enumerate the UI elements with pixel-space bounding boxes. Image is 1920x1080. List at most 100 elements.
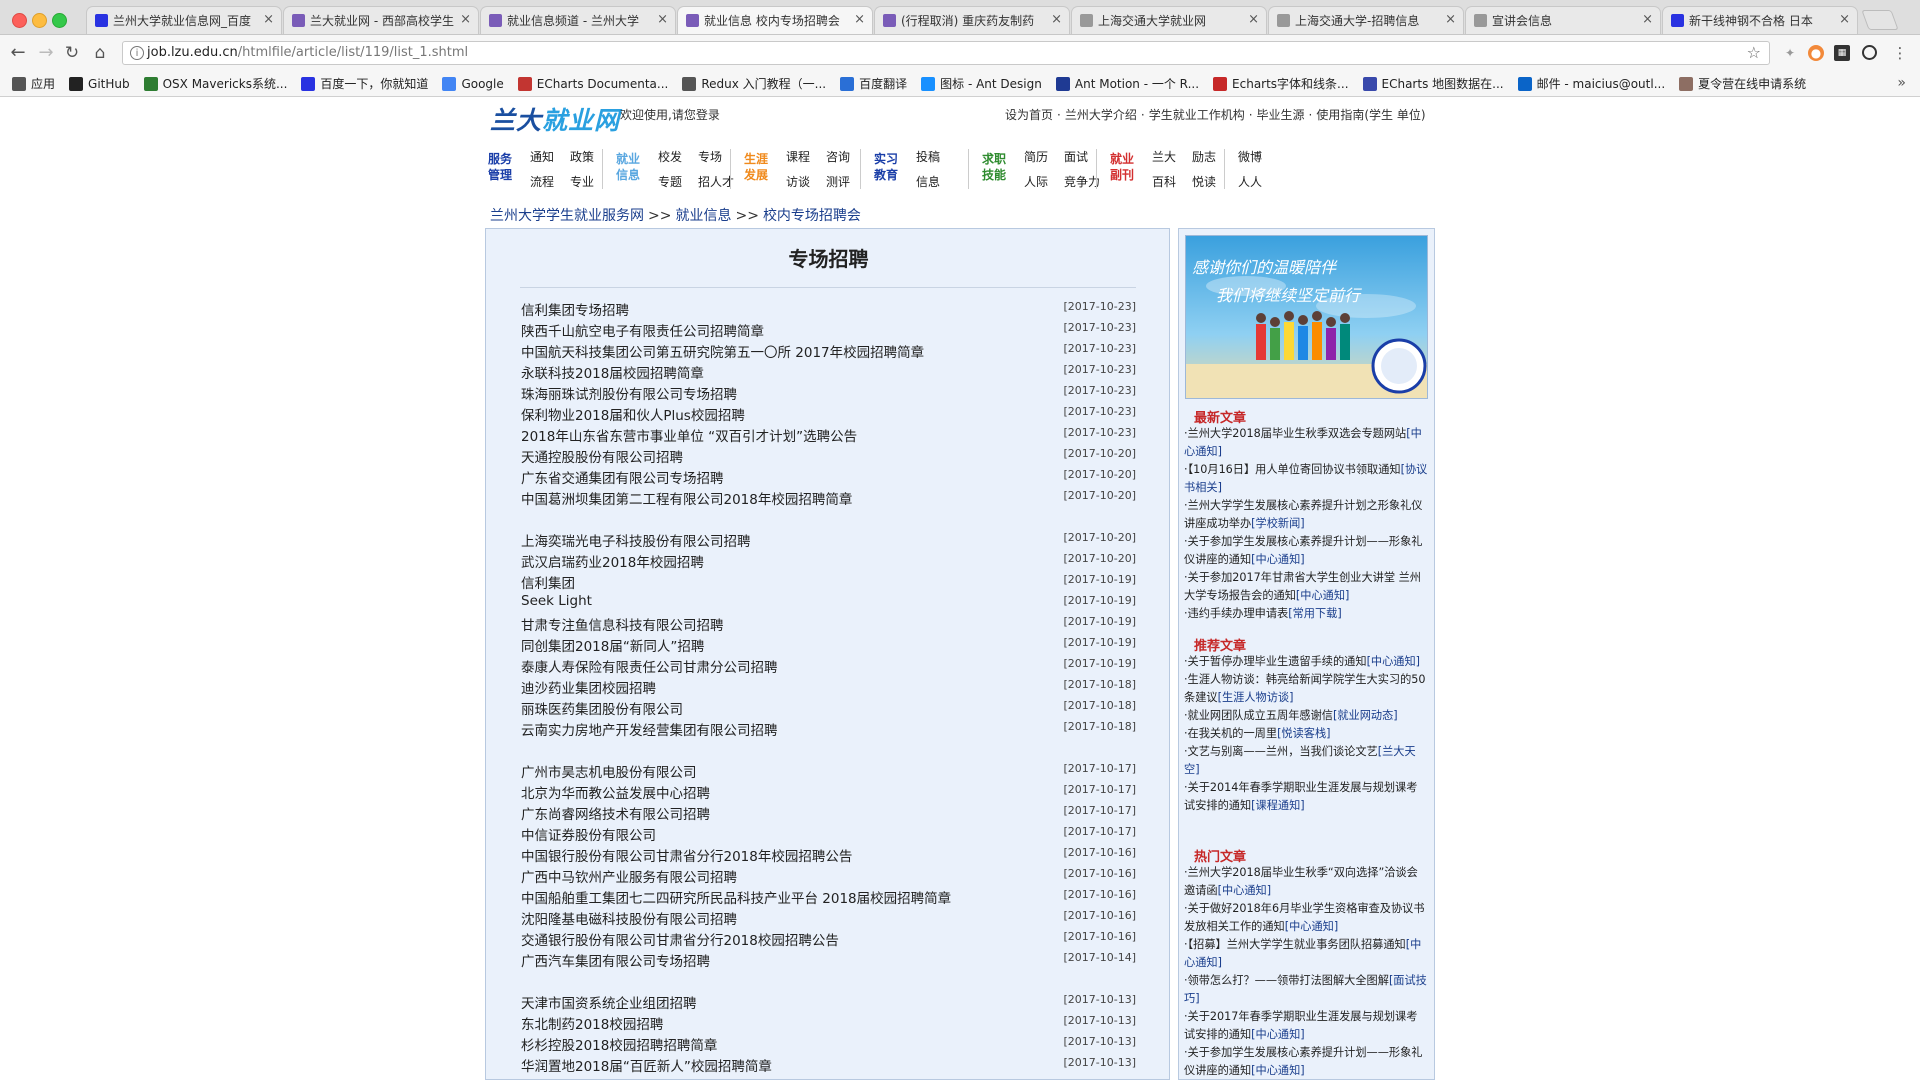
article-title-link[interactable]: 广州市昊志机电股份有限公司 [521, 761, 697, 781]
article-title-link[interactable]: 沈阳隆基电磁科技股份有限公司招聘 [521, 908, 737, 928]
browser-tab[interactable]: 兰大就业网 - 西部高校学生 × [283, 6, 479, 34]
sidebar-article[interactable]: ·【招募】兰州大学学生就业事务团队招募通知[中心通知] [1184, 936, 1428, 972]
extension-orange-icon[interactable]: ● [1808, 45, 1824, 61]
article-title-link[interactable]: 广西汽车集团有限公司专场招聘 [521, 950, 710, 970]
article-title-link[interactable]: 云南实力房地产开发经营集团有限公司招聘 [521, 719, 778, 739]
sidebar-article-category[interactable]: [中心通知] [1251, 1064, 1304, 1077]
article-title-link[interactable]: 丽珠医药集团股份有限公司 [521, 698, 683, 718]
bookmark-item[interactable]: OSX Mavericks系统... [143, 75, 287, 92]
maximize-window-button[interactable] [52, 13, 67, 28]
sidebar-article[interactable]: ·违约手续办理申请表[常用下载] [1184, 605, 1428, 623]
sidebar-article[interactable]: ·关于2014年春季学期职业生涯发展与规划课考试安排的通知[课程通知] [1184, 779, 1428, 815]
bookmark-item[interactable]: 百度翻译 [840, 75, 907, 92]
top-link[interactable]: 学生就业工作机构 [1149, 108, 1245, 122]
sidebar-article[interactable]: ·【10月16日】用人单位寄回协议书领取通知[协议书相关] [1184, 461, 1428, 497]
nav-link[interactable]: 竞争力 [1064, 173, 1100, 190]
nav-link[interactable]: 政策 [570, 148, 594, 165]
sidebar-article[interactable]: ·文艺与别离——兰州，当我们谈论文艺[兰大天空] [1184, 743, 1428, 779]
browser-tab[interactable]: 就业信息频道 - 兰州大学 × [480, 6, 676, 34]
nav-link[interactable]: 招人才 [698, 173, 734, 190]
nav-group-title[interactable]: 生涯发展 [744, 151, 772, 183]
top-link[interactable]: 毕业生源 [1257, 108, 1305, 122]
top-link[interactable]: 设为首页 [1005, 108, 1053, 122]
browser-tab[interactable]: 宣讲会信息 × [1465, 6, 1661, 34]
url-text[interactable]: job.lzu.edu.cn/htmlfile/article/list/119… [147, 45, 468, 60]
article-title-link[interactable]: 信利集团 [521, 572, 575, 592]
bookmark-item[interactable]: Ant Motion - 一个 R... [1055, 75, 1199, 92]
promo-banner-image[interactable]: 感谢你们的温暖陪伴 我们将继续坚定前行 [1185, 235, 1428, 399]
browser-tab[interactable]: 上海交通大学-招聘信息 × [1268, 6, 1464, 34]
tab-close-icon[interactable]: × [460, 12, 471, 27]
breadcrumb-link[interactable]: 就业信息 [675, 208, 731, 224]
bookmark-item[interactable]: ECharts 地图数据在... [1362, 75, 1504, 92]
back-arrow-icon[interactable]: ← [8, 43, 28, 63]
browser-tab[interactable]: 就业信息 校内专场招聘会 × [677, 6, 873, 34]
extension-book-icon[interactable]: ▦ [1834, 45, 1850, 61]
extension-feather-icon[interactable]: ✦ [1782, 45, 1798, 61]
article-title-link[interactable]: Seek Light [521, 593, 592, 609]
sidebar-article[interactable]: ·兰州大学2018届毕业生秋季“双向选择”洽谈会邀请函[中心通知] [1184, 864, 1428, 900]
nav-link[interactable]: 微博 [1238, 148, 1262, 165]
article-title-link[interactable]: 信利集团专场招聘 [521, 299, 629, 319]
bookmark-item[interactable]: GitHub [69, 76, 130, 91]
nav-link[interactable]: 人人 [1238, 173, 1262, 190]
sidebar-article[interactable]: ·就业网团队成立五周年感谢信[就业网动态] [1184, 707, 1428, 725]
login-welcome-link[interactable]: 欢迎使用,请您登录 [620, 106, 720, 123]
tab-close-icon[interactable]: × [1248, 12, 1259, 27]
article-title-link[interactable]: 中国航天科技集团公司第五研究院第五一〇所 2017年校园招聘简章 [521, 341, 924, 361]
tab-close-icon[interactable]: × [1445, 12, 1456, 27]
browser-tab[interactable]: (行程取消) 重庆药友制药 × [874, 6, 1070, 34]
sidebar-article[interactable]: ·关于参加2017年甘肃省大学生创业大讲堂 兰州大学专场报告会的通知[中心通知] [1184, 569, 1428, 605]
breadcrumb-link[interactable]: 兰州大学学生就业服务网 [490, 208, 644, 224]
tab-close-icon[interactable]: × [1642, 12, 1653, 27]
bookmark-item[interactable]: 夏令营在线申请系统 [1679, 75, 1806, 92]
bookmark-star-icon[interactable]: ☆ [1747, 43, 1761, 62]
article-title-link[interactable]: 永联科技2018届校园招聘简章 [521, 362, 704, 382]
bookmark-item[interactable]: ECharts Documenta... [517, 76, 668, 91]
sidebar-article-category[interactable]: [中心通知] [1367, 655, 1420, 668]
bookmark-item[interactable]: 百度一下，你就知道 [301, 75, 428, 92]
tab-close-icon[interactable]: × [1839, 12, 1850, 27]
sidebar-article[interactable]: ·在我关机的一周里[悦读客栈] [1184, 725, 1428, 743]
home-icon[interactable]: ⌂ [90, 43, 110, 63]
sidebar-article-category[interactable]: [课程通知] [1251, 799, 1304, 812]
article-title-link[interactable]: 武汉启瑞药业2018年校园招聘 [521, 551, 704, 571]
article-title-link[interactable]: 东北制药2018校园招聘 [521, 1013, 663, 1033]
sidebar-article-category[interactable]: [中心通知] [1218, 884, 1271, 897]
sidebar-article[interactable]: ·关于参加学生发展核心素养提升计划——形象礼仪讲座的通知[中心通知] [1184, 1044, 1428, 1080]
article-title-link[interactable]: 陕西千山航空电子有限责任公司招聘简章 [521, 320, 764, 340]
nav-link[interactable]: 咨询 [826, 148, 850, 165]
nav-link[interactable]: 访谈 [786, 173, 810, 190]
article-title-link[interactable]: 中国葛洲坝集团第二工程有限公司2018年校园招聘简章 [521, 488, 852, 508]
sidebar-article-category[interactable]: [学校新闻] [1251, 517, 1304, 530]
sidebar-article[interactable]: ·兰州大学2018届毕业生秋季双选会专题网站[中心通知] [1184, 425, 1428, 461]
forward-arrow-icon[interactable]: → [36, 43, 56, 63]
minimize-window-button[interactable] [32, 13, 47, 28]
article-title-link[interactable]: 同创集团2018届“新同人”招聘 [521, 635, 704, 655]
article-title-link[interactable]: 上海奕瑞光电子科技股份有限公司招聘 [521, 530, 751, 550]
article-title-link[interactable]: 北京为华而教公益发展中心招聘 [521, 782, 710, 802]
bookmark-item[interactable]: 图标 - Ant Design [921, 75, 1042, 92]
bookmark-item[interactable]: 邮件 - maicius@outl... [1517, 75, 1665, 92]
tab-close-icon[interactable]: × [657, 12, 668, 27]
article-title-link[interactable]: 甘肃专注鱼信息科技有限公司招聘 [521, 614, 724, 634]
article-title-link[interactable]: 保利物业2018届和伙人Plus校园招聘 [521, 404, 745, 424]
sidebar-article-category[interactable]: [中心通知] [1285, 920, 1338, 933]
bookmark-item[interactable]: Echarts字体和线条... [1213, 75, 1349, 92]
nav-link[interactable]: 信息 [916, 173, 940, 190]
breadcrumb-link[interactable]: 校内专场招聘会 [763, 208, 861, 224]
bookmarks-overflow-icon[interactable]: » [1897, 75, 1906, 91]
browser-tab[interactable]: 新干线神钢不合格 日本 × [1662, 6, 1858, 34]
article-title-link[interactable]: 中国船舶重工集团七二四研究所民品科技产业平台 2018届校园招聘简章 [521, 887, 951, 907]
sidebar-article-category[interactable]: [悦读客栈] [1277, 727, 1330, 740]
sidebar-article[interactable]: ·关于参加学生发展核心素养提升计划——形象礼仪讲座的通知[中心通知] [1184, 533, 1428, 569]
nav-group-title[interactable]: 求职技能 [982, 151, 1010, 183]
sidebar-article[interactable]: ·关于做好2018年6月毕业学生资格审查及协议书发放相关工作的通知[中心通知] [1184, 900, 1428, 936]
sidebar-article-category[interactable]: [就业网动态] [1333, 709, 1398, 722]
browser-tab[interactable]: 兰州大学就业信息网_百度 × [86, 6, 282, 34]
nav-link[interactable]: 悦读 [1192, 173, 1216, 190]
article-title-link[interactable]: 珠海丽珠试剂股份有限公司专场招聘 [521, 383, 737, 403]
sidebar-article-category[interactable]: [生涯人物访谈] [1218, 691, 1294, 704]
reload-icon[interactable]: ↻ [62, 43, 82, 63]
chrome-menu-icon[interactable]: ⋮ [1892, 45, 1908, 61]
